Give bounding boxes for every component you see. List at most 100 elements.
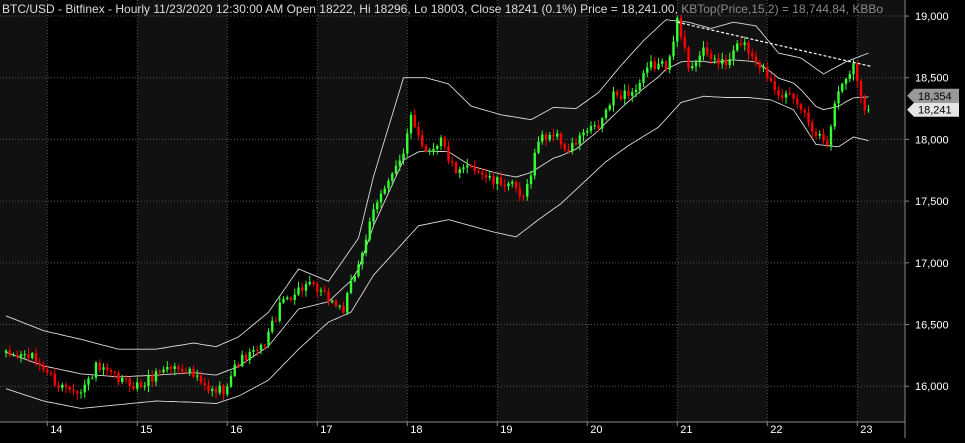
candle-up xyxy=(578,135,581,145)
candle-down xyxy=(856,63,859,81)
candle-up xyxy=(593,125,596,127)
candle-down xyxy=(151,375,154,382)
x-tick-label: 22 xyxy=(770,424,782,436)
candle-up xyxy=(833,103,836,127)
candle-down xyxy=(421,135,424,146)
candle-up xyxy=(278,302,281,321)
candle-down xyxy=(859,80,863,98)
candle-down xyxy=(139,382,143,388)
x-tick-label: 20 xyxy=(590,424,602,436)
candle-up xyxy=(458,169,461,174)
candle-up xyxy=(466,165,469,168)
candle-up xyxy=(589,126,593,131)
header-indicator: KBTop(Price,15,2) = 18,744.84, xyxy=(678,2,849,16)
candle-up xyxy=(398,160,401,166)
candle-down xyxy=(312,282,315,284)
candle-down xyxy=(664,61,668,70)
candle-down xyxy=(796,98,799,105)
candle-down xyxy=(653,61,656,70)
candle-down xyxy=(503,185,506,187)
candle-down xyxy=(777,90,780,96)
candle-down xyxy=(826,140,829,145)
candle-up xyxy=(218,385,221,393)
candle-up xyxy=(612,91,615,106)
y-tick-label: 18,000 xyxy=(915,134,949,146)
candle-up xyxy=(259,344,263,351)
candle-down xyxy=(124,377,128,379)
candle-down xyxy=(424,145,428,152)
candle-down xyxy=(754,56,758,63)
y-tick-label: 17,000 xyxy=(915,258,949,270)
candle-up xyxy=(634,89,638,92)
candle-down xyxy=(16,354,19,357)
candle-up xyxy=(601,118,604,129)
candle-up xyxy=(657,63,660,70)
candle-down xyxy=(192,368,195,377)
candle-down xyxy=(788,93,791,95)
candle-up xyxy=(79,392,83,394)
candle-down xyxy=(113,372,116,374)
candle-down xyxy=(747,42,750,54)
candle-up xyxy=(631,91,634,96)
candle-up xyxy=(511,181,514,184)
chart[interactable]: 16,000 16,500 17,000 17,500 18,000 18,500 19,0… xyxy=(0,0,965,438)
x-tick-label: 15 xyxy=(140,424,152,436)
candle-up xyxy=(83,384,86,393)
candle-up xyxy=(252,349,255,352)
candle-up xyxy=(173,366,176,369)
candle-down xyxy=(447,146,450,162)
chart-svg: 16,000 16,500 17,000 17,500 18,000 18,500 19,0… xyxy=(0,0,965,438)
x-tick-label: 17 xyxy=(320,424,332,436)
candle-up xyxy=(166,366,169,370)
candle-down xyxy=(184,371,188,373)
candle-down xyxy=(574,143,578,145)
candle-down xyxy=(49,372,53,374)
candle-up xyxy=(698,55,701,63)
candle-up xyxy=(229,375,233,387)
candle-down xyxy=(473,166,476,172)
candle-up xyxy=(604,109,608,119)
candle-down xyxy=(316,283,319,292)
candle-down xyxy=(544,134,548,140)
candle-down xyxy=(811,122,814,132)
candle-up xyxy=(19,354,23,357)
candle-up xyxy=(211,388,214,392)
candle-down xyxy=(177,366,180,370)
candle-up xyxy=(582,132,585,136)
candle-up xyxy=(196,375,199,377)
candle-up xyxy=(319,290,323,292)
candle-up xyxy=(346,293,349,313)
candle-up xyxy=(61,384,64,388)
candle-up xyxy=(121,377,124,383)
candle-down xyxy=(42,365,45,370)
candle-up xyxy=(743,42,746,45)
candle-down xyxy=(822,133,825,141)
candle-up xyxy=(406,133,409,154)
candle-up xyxy=(12,354,15,356)
candle-down xyxy=(64,384,68,388)
candle-up xyxy=(394,165,398,174)
candle-down xyxy=(522,196,525,198)
candle-up xyxy=(586,130,589,133)
x-tick-label: 16 xyxy=(230,424,242,436)
candle-down xyxy=(256,349,259,351)
candle-down xyxy=(781,95,784,98)
candle-down xyxy=(72,389,75,392)
candle-up xyxy=(154,371,158,382)
candle-up xyxy=(23,353,26,355)
candle-down xyxy=(451,161,454,163)
candle-down xyxy=(499,177,503,186)
candle-up xyxy=(694,62,698,67)
candle-down xyxy=(27,353,30,358)
candle-up xyxy=(297,287,300,295)
candle-down xyxy=(417,127,420,136)
candle-down xyxy=(803,109,806,113)
candle-up xyxy=(136,382,139,389)
candle-up xyxy=(372,209,375,222)
candle-down xyxy=(263,344,266,346)
candle-down xyxy=(559,133,563,145)
candle-up xyxy=(353,276,356,281)
candle-down xyxy=(454,162,458,174)
candle-down xyxy=(717,58,720,65)
candle-down xyxy=(687,47,690,69)
